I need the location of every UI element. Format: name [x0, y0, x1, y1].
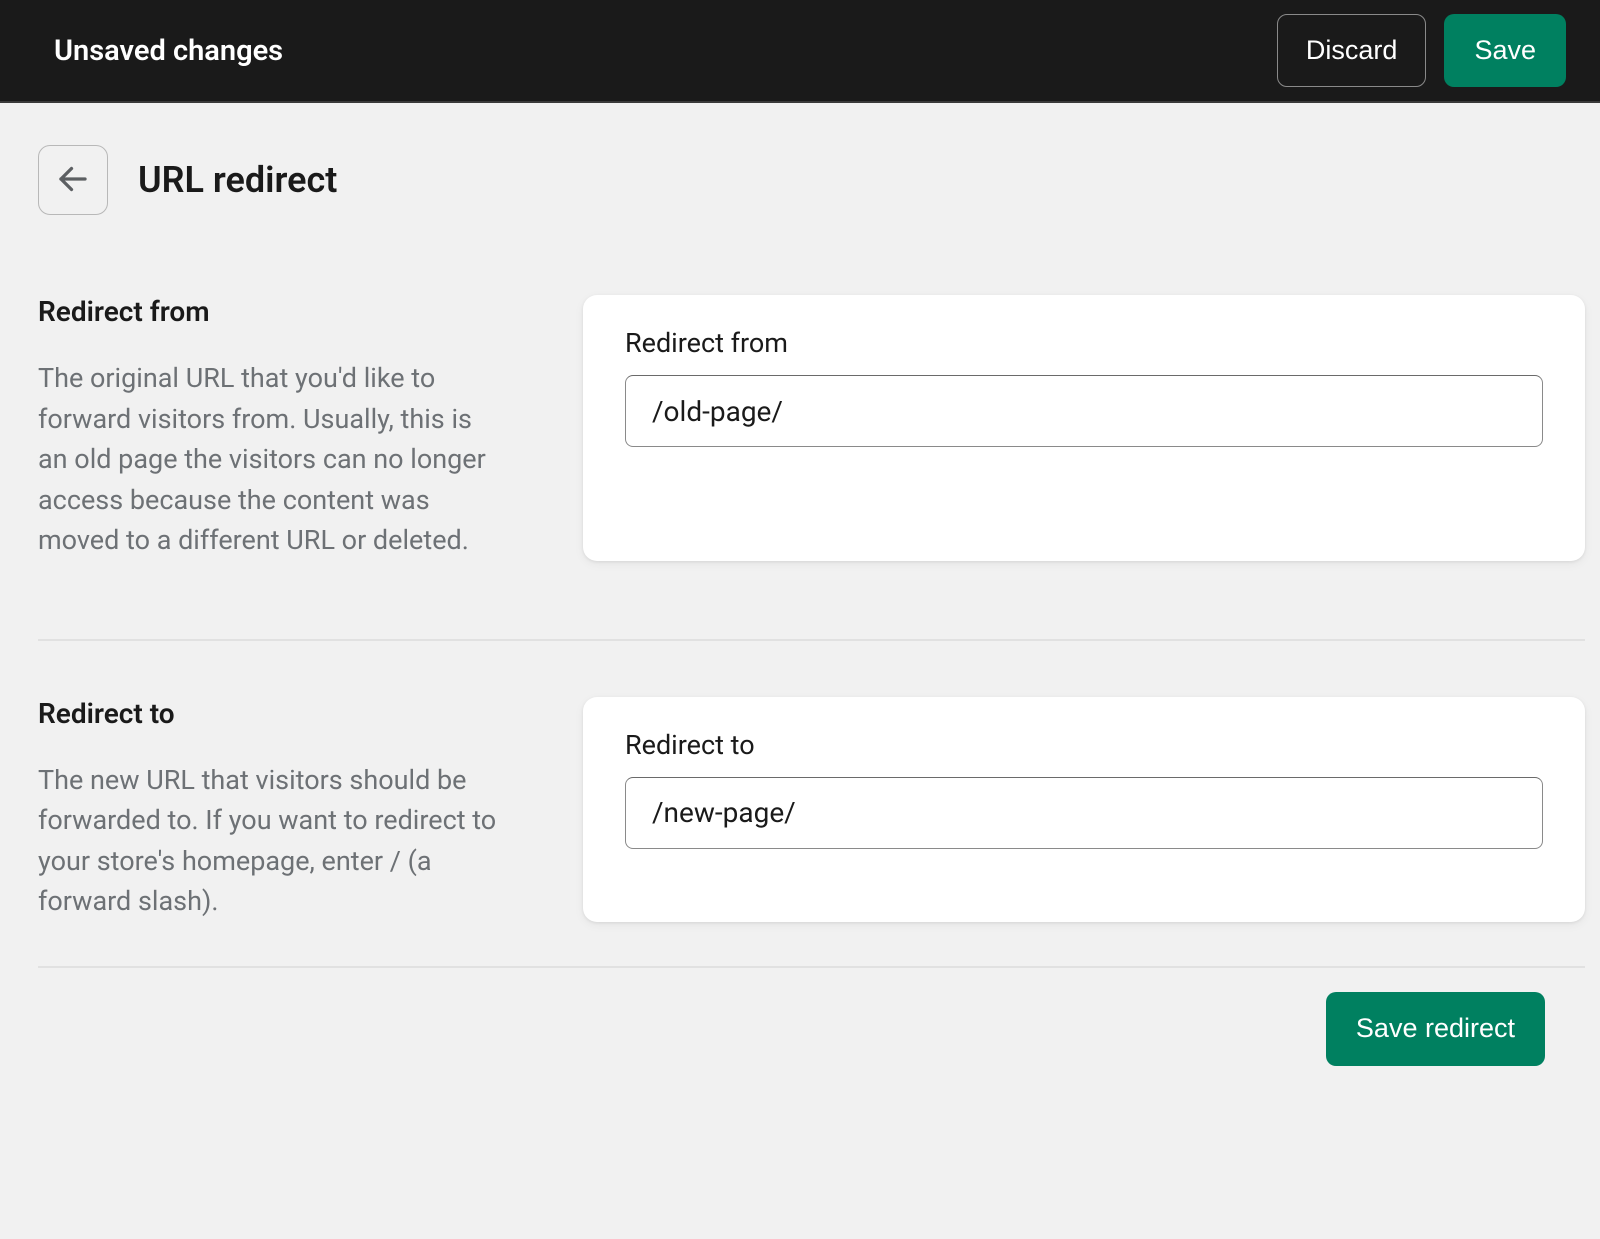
redirect-to-section: Redirect to The new URL that visitors sh…	[38, 697, 1585, 922]
redirect-to-input[interactable]	[625, 777, 1543, 849]
redirect-to-heading: Redirect to	[38, 697, 503, 730]
back-button[interactable]	[38, 145, 108, 215]
unsaved-changes-title: Unsaved changes	[54, 34, 283, 68]
redirect-from-description: The original URL that you'd like to forw…	[38, 358, 503, 561]
save-button[interactable]: Save	[1444, 14, 1566, 87]
arrow-left-icon	[55, 161, 91, 200]
redirect-from-heading: Redirect from	[38, 295, 503, 328]
redirect-to-card: Redirect to	[583, 697, 1585, 922]
page-title: URL redirect	[138, 159, 337, 201]
redirect-from-input[interactable]	[625, 375, 1543, 447]
redirect-from-card: Redirect from	[583, 295, 1585, 561]
redirect-to-meta: Redirect to The new URL that visitors sh…	[38, 697, 543, 922]
save-redirect-button[interactable]: Save redirect	[1326, 992, 1545, 1066]
section-divider	[38, 639, 1585, 641]
unsaved-changes-bar: Unsaved changes Discard Save	[0, 0, 1600, 103]
redirect-to-description: The new URL that visitors should be forw…	[38, 760, 503, 922]
redirect-from-label: Redirect from	[625, 327, 1543, 359]
top-bar-actions: Discard Save	[1277, 14, 1566, 87]
footer-actions: Save redirect	[38, 966, 1585, 1066]
page-header: URL redirect	[0, 103, 1600, 215]
redirect-to-label: Redirect to	[625, 729, 1543, 761]
discard-button[interactable]: Discard	[1277, 14, 1427, 87]
redirect-from-meta: Redirect from The original URL that you'…	[38, 295, 543, 561]
page-content: Redirect from The original URL that you'…	[0, 215, 1600, 1066]
redirect-from-section: Redirect from The original URL that you'…	[38, 295, 1585, 561]
